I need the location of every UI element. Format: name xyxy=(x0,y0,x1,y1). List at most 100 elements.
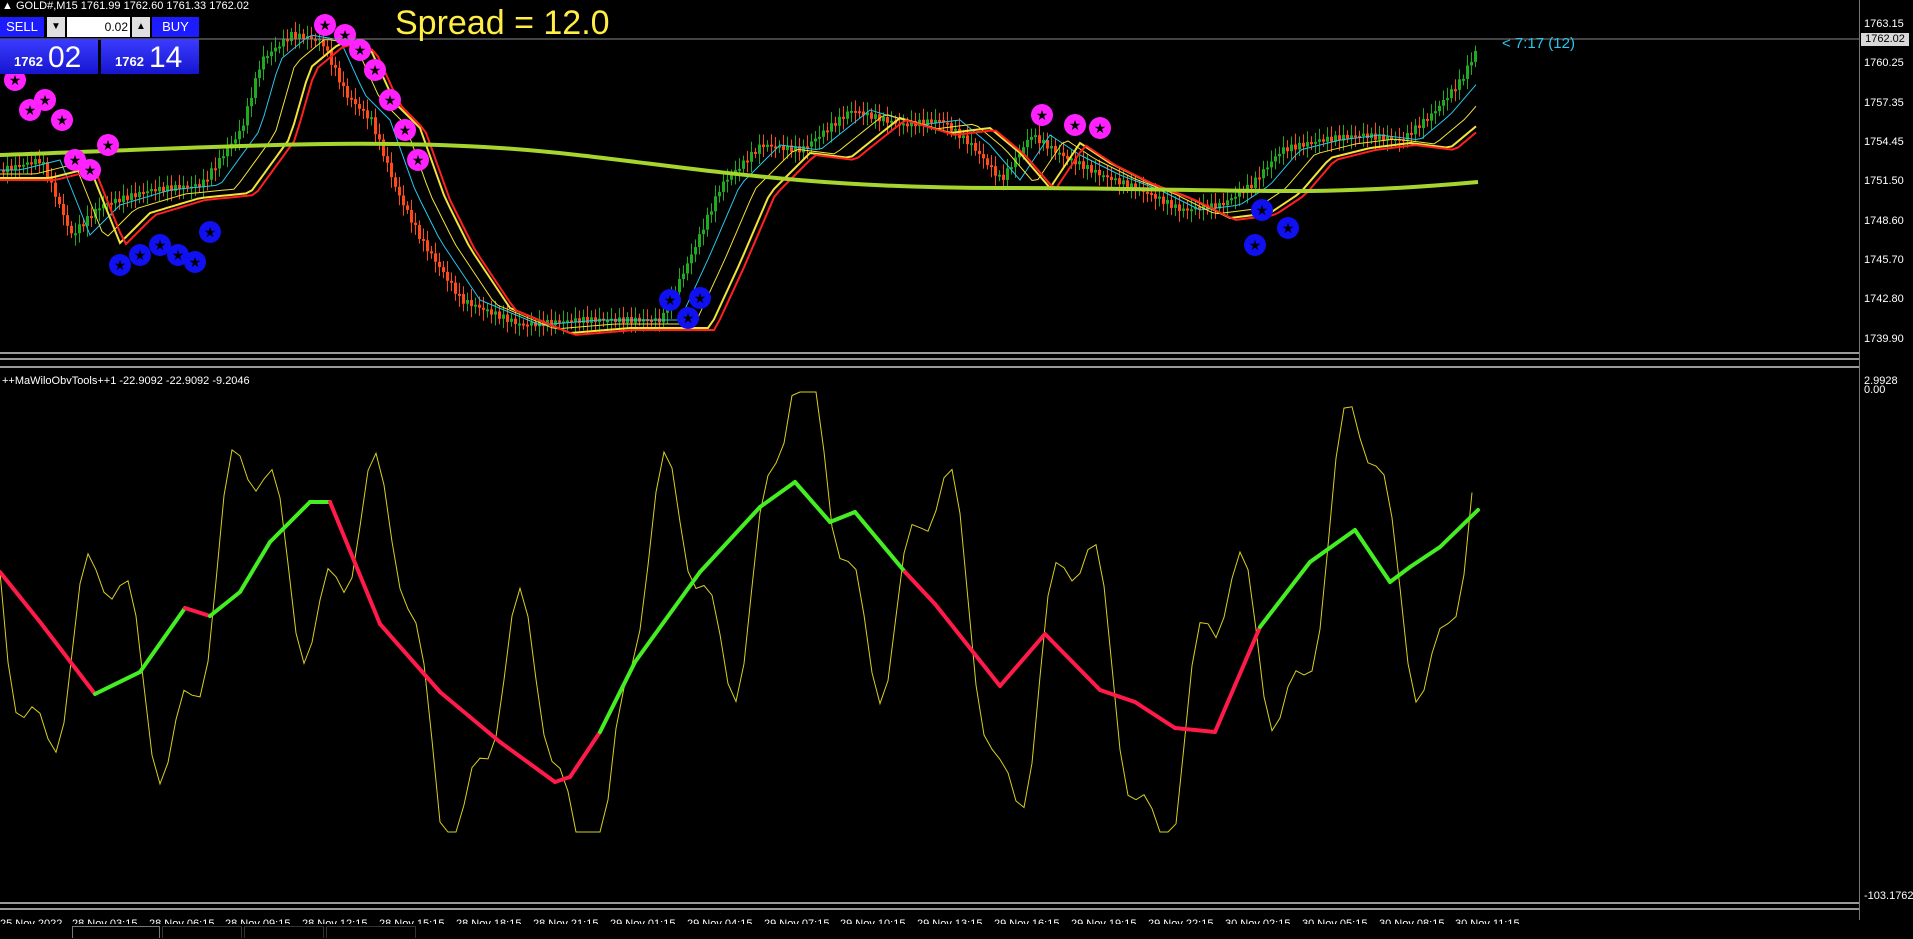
price-chart[interactable]: ★★★★★★★★★★★★★★★★ ★★★★★ ★★★★★★★★ xyxy=(0,0,1860,352)
price-axis-label: 1739.90 xyxy=(1864,333,1904,345)
candle-body xyxy=(490,309,493,315)
candle-body xyxy=(162,186,165,192)
candle-body xyxy=(126,195,129,201)
candle-body xyxy=(582,317,585,323)
panel-separator[interactable] xyxy=(0,366,1860,368)
chart-tab[interactable] xyxy=(326,926,416,938)
candle-body xyxy=(730,175,733,180)
candle-body xyxy=(838,116,841,126)
candle-body xyxy=(298,33,301,39)
candle-body xyxy=(714,196,717,212)
candle-body xyxy=(586,317,589,323)
candle-body xyxy=(1034,135,1037,138)
spread-label: Spread = 12.0 xyxy=(395,4,610,42)
candle-body xyxy=(1282,147,1285,154)
candle-body xyxy=(366,110,369,119)
star-icon: ★ xyxy=(134,248,147,264)
oscillator-segment xyxy=(328,500,382,626)
candle-body xyxy=(354,99,357,105)
candle-body xyxy=(486,309,489,312)
candle-body xyxy=(1414,125,1417,135)
candle-body xyxy=(1174,204,1177,208)
indicator-panel[interactable] xyxy=(0,372,1860,902)
star-icon: ★ xyxy=(1036,108,1049,124)
candle-body xyxy=(1158,196,1161,199)
candle-body xyxy=(606,320,609,323)
lot-decrease-icon[interactable]: ▼ xyxy=(47,17,65,37)
candle-body xyxy=(402,195,405,206)
bid-price-button[interactable]: 1762 02 xyxy=(0,39,98,74)
candle-body xyxy=(154,189,157,192)
candle-body xyxy=(1438,105,1441,112)
oscillator-segment xyxy=(758,480,797,509)
candle-body xyxy=(694,247,697,255)
lot-increase-icon[interactable]: ▲ xyxy=(132,17,150,37)
panel-separator[interactable] xyxy=(0,352,1860,354)
panel-separator[interactable] xyxy=(0,358,1860,360)
star-icon: ★ xyxy=(69,153,82,169)
candle-body xyxy=(1062,152,1065,157)
candle-body xyxy=(882,117,885,122)
candle-timer: < 7:17 (12) xyxy=(1502,35,1575,52)
candle-body xyxy=(158,186,161,192)
star-icon: ★ xyxy=(682,311,695,327)
candle-body xyxy=(1050,145,1053,149)
one-click-trading-panel: SELL ▼ 0.02 ▲ BUY 1762 02 1762 14 xyxy=(0,16,199,74)
candle-body xyxy=(1002,174,1005,180)
candle-body xyxy=(70,225,73,234)
lot-size-input[interactable]: 0.02 xyxy=(67,17,130,37)
candle-body xyxy=(1086,165,1089,169)
candle-body xyxy=(350,97,353,100)
candle-body xyxy=(58,196,61,205)
oscillator-main-line xyxy=(0,480,1480,784)
candle-body xyxy=(938,119,941,122)
candle-body xyxy=(138,191,141,198)
chart-tab[interactable] xyxy=(72,926,160,938)
candle-body xyxy=(1114,178,1117,181)
oscillator-segment xyxy=(828,510,857,524)
candle-body xyxy=(410,209,413,223)
oscillator-segment xyxy=(138,606,187,674)
oscillator-segment xyxy=(1353,528,1392,584)
candle-body xyxy=(194,184,197,187)
ask-price-button[interactable]: 1762 14 xyxy=(101,39,199,74)
candle-body xyxy=(378,134,381,140)
candle-body xyxy=(1442,100,1445,106)
candle-body xyxy=(78,224,81,234)
candle-body xyxy=(946,122,949,125)
buy-button[interactable]: BUY xyxy=(152,17,199,37)
candle-body xyxy=(1310,142,1313,145)
candle-body xyxy=(1286,147,1289,152)
oscillator-segment xyxy=(793,480,832,524)
candle-body xyxy=(266,56,269,59)
oscillator-segment xyxy=(1173,726,1217,734)
candle-body xyxy=(22,164,25,167)
candle-body xyxy=(962,135,965,138)
candle-body xyxy=(742,160,745,169)
chart-tab[interactable] xyxy=(162,926,242,938)
price-axis-label: 1760.25 xyxy=(1864,57,1904,69)
oscillator-segment xyxy=(1133,700,1177,730)
panel-separator[interactable] xyxy=(0,902,1860,904)
candle-body xyxy=(1306,142,1309,147)
candle-body xyxy=(54,182,57,197)
candle-body xyxy=(1170,200,1173,208)
star-icon: ★ xyxy=(354,43,367,59)
candle-body xyxy=(1026,139,1029,148)
candle-body xyxy=(1458,79,1461,90)
chart-tab[interactable] xyxy=(244,926,324,938)
sell-button[interactable]: SELL xyxy=(0,17,44,37)
candle-body xyxy=(1154,194,1157,199)
candle-body xyxy=(1362,133,1365,137)
candle-body xyxy=(822,130,825,137)
candle-body xyxy=(566,320,569,323)
candle-body xyxy=(818,136,821,139)
candle-body xyxy=(1226,200,1229,206)
candle-body xyxy=(810,141,813,147)
candle-body xyxy=(1254,177,1257,188)
candle-body xyxy=(430,251,433,254)
candle-body xyxy=(482,307,485,310)
panel-separator[interactable] xyxy=(0,908,1860,910)
price-axis-label: 1763.15 xyxy=(1864,18,1904,30)
collapse-arrow-icon[interactable]: ▲ xyxy=(2,0,13,12)
